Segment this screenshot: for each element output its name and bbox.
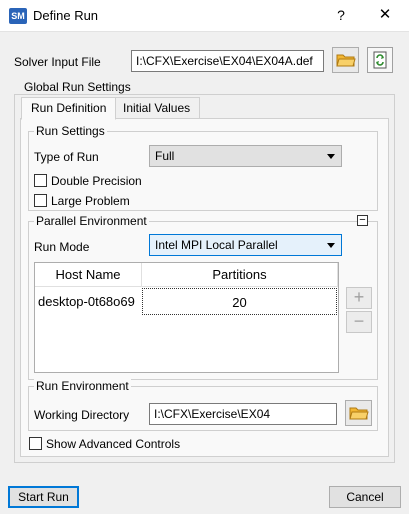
chevron-down-icon [327,154,335,159]
run-mode-select[interactable]: Intel MPI Local Parallel [149,234,342,256]
working-directory-field[interactable]: I:\CFX\Exercise\EX04 [149,403,337,425]
double-precision-checkbox[interactable] [34,174,47,187]
solver-input-field[interactable]: I:\CFX\Exercise\EX04\EX04A.def [131,50,324,72]
large-problem-label: Large Problem [51,194,130,208]
partitions-cell[interactable]: 20 [142,288,337,315]
reload-icon [373,51,387,69]
solver-input-label: Solver Input File [14,55,101,69]
window-title: Define Run [33,8,99,23]
chevron-down-icon [327,243,335,248]
large-problem-checkbox[interactable] [34,194,47,207]
host-name-cell[interactable]: desktop-0t68o69 [38,288,142,315]
help-button[interactable]: ? [332,5,350,25]
double-precision-label: Double Precision [51,174,142,188]
cancel-button[interactable]: Cancel [329,486,401,508]
close-button[interactable]: ✕ [374,5,396,25]
global-run-settings-label: Global Run Settings [22,80,133,94]
working-directory-label: Working Directory [34,408,130,422]
reload-button[interactable] [367,47,393,73]
browse-directory-button[interactable] [345,400,372,426]
type-of-run-label: Type of Run [34,150,99,164]
add-host-button[interactable]: + [346,287,372,309]
browse-input-button[interactable] [332,47,359,73]
type-of-run-select[interactable]: Full [149,145,342,167]
collapse-icon[interactable]: − [357,215,368,226]
run-environment-label: Run Environment [34,379,131,393]
folder-open-icon [348,407,369,420]
table-row[interactable]: desktop-0t68o69 20 [35,288,338,315]
app-icon: SM [9,8,27,24]
run-mode-value: Intel MPI Local Parallel [155,238,278,252]
column-header-partitions[interactable]: Partitions [142,263,338,287]
type-of-run-value: Full [155,149,175,163]
run-settings-label: Run Settings [34,124,107,138]
advanced-controls-checkbox[interactable] [29,437,42,450]
advanced-controls-label: Show Advanced Controls [46,437,181,451]
tab-initial-values[interactable]: Initial Values [113,97,201,119]
tab-run-definition[interactable]: Run Definition [21,97,117,120]
parallel-environment-label: Parallel Environment [34,214,149,228]
folder-open-icon [335,54,356,67]
start-run-button[interactable]: Start Run [8,486,79,508]
remove-host-button[interactable]: − [346,311,372,333]
partition-table: Host Name Partitions desktop-0t68o69 20 [34,262,339,373]
run-mode-label: Run Mode [34,240,90,254]
column-header-host-name[interactable]: Host Name [35,263,142,287]
